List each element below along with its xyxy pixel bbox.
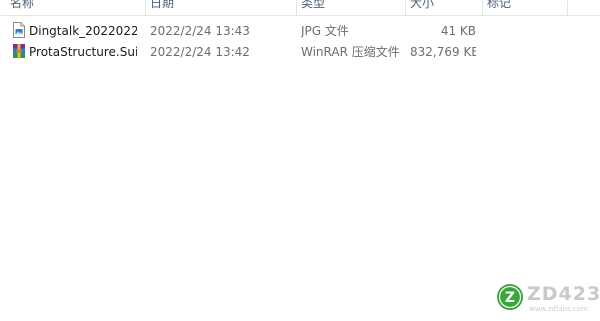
- file-name-cell[interactable]: Dingtalk_2022022...: [12, 21, 140, 42]
- winrar-archive-icon: [12, 43, 26, 59]
- column-divider[interactable]: [567, 0, 568, 15]
- column-header-row: 名称 日期 类型 大小 标记: [0, 0, 600, 16]
- file-name: Dingtalk_2022022...: [29, 24, 137, 38]
- file-explorer-window: 名称 日期 类型 大小 标记 Dingtalk_2022022...: [0, 0, 600, 321]
- file-size: 41 KB: [440, 24, 476, 38]
- column-header-size[interactable]: 大小: [406, 0, 482, 14]
- column-header-type[interactable]: 类型: [297, 0, 405, 14]
- column-header-date[interactable]: 日期: [146, 0, 296, 14]
- file-size: 832,769 KB: [410, 45, 476, 59]
- column-header-name[interactable]: 名称: [6, 0, 146, 14]
- column-header-tags[interactable]: 标记: [483, 0, 567, 14]
- file-date: 2022/2/24 13:42: [150, 45, 250, 59]
- file-name: ProtaStructure.Sui...: [29, 45, 137, 59]
- watermark-url: www.zdfans.com: [529, 305, 588, 313]
- watermark: Z ZD423 www.zdfans.com: [496, 283, 600, 317]
- file-list: Dingtalk_2022022... 2022/2/24 13:43 JPG …: [0, 21, 600, 63]
- file-row[interactable]: Dingtalk_2022022... 2022/2/24 13:43 JPG …: [0, 21, 600, 42]
- file-name-cell[interactable]: ProtaStructure.Sui...: [12, 42, 140, 63]
- file-type: WinRAR 压缩文件: [301, 45, 400, 59]
- watermark-logo-letter: Z: [505, 290, 515, 306]
- watermark-text: ZD423: [527, 283, 600, 305]
- file-type: JPG 文件: [301, 24, 349, 38]
- file-date: 2022/2/24 13:43: [150, 24, 250, 38]
- watermark-logo: Z: [497, 284, 523, 310]
- file-row[interactable]: ProtaStructure.Sui... 2022/2/24 13:42 Wi…: [0, 42, 600, 63]
- jpg-file-icon: [12, 22, 26, 38]
